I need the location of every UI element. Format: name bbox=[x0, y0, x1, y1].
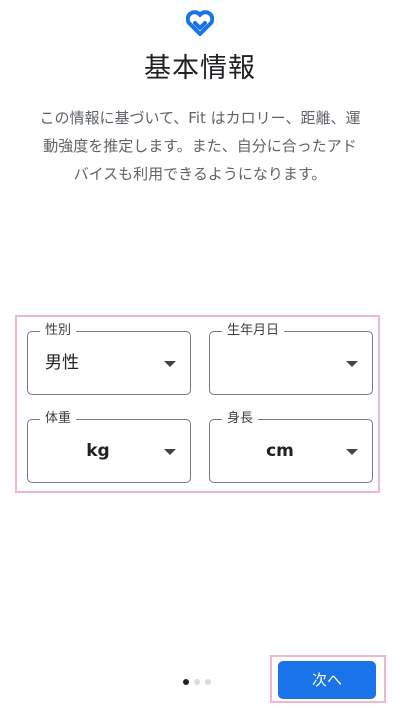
gender-label: 性別 bbox=[40, 322, 77, 340]
birthdate-label: 生年月日 bbox=[222, 322, 285, 340]
page-dot bbox=[194, 679, 200, 685]
page-dot-active bbox=[183, 679, 189, 685]
description-text: この情報に基づいて、Fit はカロリー、距離、運 動強度を推定します。また、自分… bbox=[26, 104, 374, 188]
page-title: 基本情報 bbox=[144, 53, 256, 84]
weight-label: 体重 bbox=[40, 410, 77, 428]
page-indicator bbox=[183, 679, 211, 685]
description-line: バイスも利用できるようになります。 bbox=[73, 165, 327, 183]
height-unit: cm bbox=[266, 441, 294, 461]
height-select[interactable]: 身長 cm bbox=[209, 410, 373, 483]
height-label: 身長 bbox=[222, 410, 259, 428]
page-dot bbox=[205, 679, 211, 685]
gender-select[interactable]: 性別 男性 bbox=[27, 322, 191, 395]
google-fit-heart-icon bbox=[186, 10, 214, 36]
dropdown-arrow-icon bbox=[164, 361, 176, 367]
dropdown-arrow-icon bbox=[164, 449, 176, 455]
next-button[interactable]: 次へ bbox=[278, 661, 376, 699]
dropdown-arrow-icon bbox=[346, 361, 358, 367]
gender-value: 男性 bbox=[45, 353, 79, 373]
dropdown-arrow-icon bbox=[346, 449, 358, 455]
description-line: 動強度を推定します。また、自分に合ったアド bbox=[43, 137, 357, 155]
weight-unit: kg bbox=[86, 441, 110, 461]
birthdate-select[interactable]: 生年月日 bbox=[209, 322, 373, 395]
weight-select[interactable]: 体重 kg bbox=[27, 410, 191, 483]
description-line: この情報に基づいて、Fit はカロリー、距離、運 bbox=[39, 109, 361, 127]
